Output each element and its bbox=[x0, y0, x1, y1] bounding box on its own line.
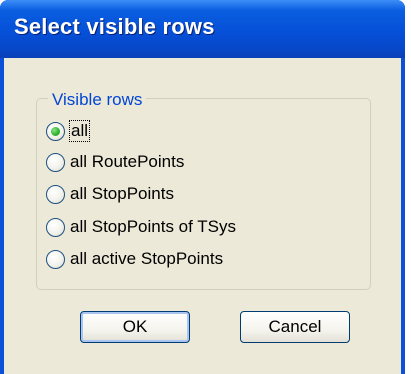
radio-label: all active StopPoints bbox=[70, 249, 224, 268]
radio-option-all-routepoints[interactable]: all RoutePoints bbox=[46, 149, 184, 175]
cancel-button[interactable]: Cancel bbox=[240, 311, 350, 343]
ok-button[interactable]: OK bbox=[80, 311, 190, 343]
radio-label: all StopPoints of TSys bbox=[70, 217, 236, 236]
dialog-window: Select visible rows Visible rows all all… bbox=[0, 0, 405, 374]
radio-button-icon[interactable] bbox=[46, 249, 65, 269]
title-bar[interactable]: Select visible rows bbox=[0, 0, 405, 58]
radio-label: all bbox=[68, 120, 91, 142]
radio-label: all RoutePoints bbox=[70, 152, 185, 171]
dialog-title: Select visible rows bbox=[14, 14, 215, 39]
window-frame-right bbox=[401, 58, 405, 374]
radio-label: all StopPoints bbox=[70, 184, 174, 203]
groupbox-legend: Visible rows bbox=[48, 90, 147, 110]
radio-button-icon[interactable] bbox=[46, 152, 65, 172]
radio-option-all-stoppoints-of-tsys[interactable]: all StopPoints of TSys bbox=[46, 214, 236, 240]
radio-option-all-active-stoppoints[interactable]: all active StopPoints bbox=[46, 246, 223, 272]
radio-button-checked-icon[interactable] bbox=[46, 121, 65, 141]
radio-option-all[interactable]: all bbox=[46, 118, 91, 144]
radio-option-all-stoppoints[interactable]: all StopPoints bbox=[46, 181, 174, 207]
radio-button-icon[interactable] bbox=[46, 184, 65, 204]
dialog-body: Visible rows all all RoutePoints all Sto… bbox=[4, 58, 401, 374]
radio-button-icon[interactable] bbox=[46, 217, 65, 237]
